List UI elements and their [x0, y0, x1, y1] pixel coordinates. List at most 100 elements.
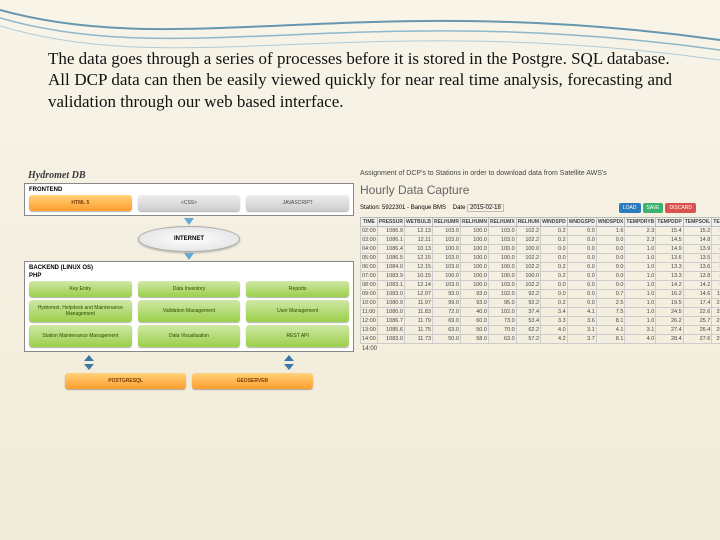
- save-button[interactable]: SAVE: [643, 203, 664, 213]
- table-cell: 1086.4: [377, 245, 404, 254]
- table-cell: 100.0: [516, 272, 540, 281]
- backend-label: BACKEND (LINUX OS): [29, 265, 349, 271]
- station-label: Station: 5922301 - Banque BMS: [360, 205, 446, 211]
- table-cell: 1085.6: [377, 326, 404, 335]
- table-cell: 2.3: [625, 236, 656, 245]
- backend-chip: Key Entry: [29, 281, 132, 297]
- table-row: 02:001086.912.13103.0100.0103.0102.20.20…: [361, 227, 720, 236]
- table-cell: 100.0: [460, 227, 488, 236]
- table-cell: 63.0: [488, 335, 516, 344]
- table-cell: 12.15: [404, 263, 432, 272]
- table-cell: 12:00: [361, 317, 378, 326]
- table-cell: 11.97: [404, 299, 432, 308]
- table-cell: 0.0: [567, 245, 596, 254]
- table-cell: 26.4: [683, 326, 712, 335]
- table-cell: 100.0: [488, 272, 516, 281]
- backend-panel: BACKEND (LINUX OS) PHP Key Entry Data In…: [24, 261, 354, 352]
- table-cell: 1.0: [625, 317, 656, 326]
- table-cell: 4.0: [625, 335, 656, 344]
- table-cell: 8.5: [712, 254, 720, 263]
- capture-title: Hourly Data Capture: [360, 183, 696, 197]
- table-cell: 11.75: [404, 326, 432, 335]
- column-header: WINDSPD: [541, 218, 568, 227]
- table-cell: 19.5: [656, 299, 683, 308]
- table-row: 06:001084.012.15103.0100.0100.0102.20.20…: [361, 263, 720, 272]
- table-cell: 9.4: [712, 281, 720, 290]
- table-cell: 4.1: [596, 326, 625, 335]
- table-cell: 0.0: [541, 254, 568, 263]
- table-cell: 1086.9: [377, 227, 404, 236]
- table-cell: 9.2: [712, 236, 720, 245]
- table-cell: 92.2: [516, 290, 540, 299]
- table-cell: 3.1: [567, 326, 596, 335]
- table-row: 12:001086.711.7969.060.073.053.43.33.68.…: [361, 317, 720, 326]
- table-cell: 25.7: [683, 317, 712, 326]
- table-cell: 60.0: [460, 317, 488, 326]
- table-cell: 14:00: [361, 335, 378, 344]
- table-cell: 100.0: [460, 236, 488, 245]
- table-cell: 06:00: [361, 263, 378, 272]
- table-cell: 27.4: [656, 326, 683, 335]
- hourly-data-table: TIMEPRESSURWETBULBRELHUMRRELHUMNRELHUMXR…: [360, 217, 720, 344]
- column-header: TEMPDDP: [656, 218, 683, 227]
- table-cell: 4.1: [567, 308, 596, 317]
- table-cell: 1.0: [625, 299, 656, 308]
- table-row: 13:001085.611.7563.050.070.062.24.03.14.…: [361, 326, 720, 335]
- table-cell: 103.0: [488, 236, 516, 245]
- frontend-label: FRONTEND: [29, 187, 349, 193]
- table-cell: 11.73: [404, 335, 432, 344]
- table-cell: 12.15: [404, 254, 432, 263]
- table-cell: 50.0: [432, 335, 460, 344]
- table-cell: 40.0: [460, 308, 488, 317]
- frontend-chip-css: <CSS>: [138, 195, 241, 211]
- column-header: RELHUMX: [488, 218, 516, 227]
- table-row: 07:001083.910.15100.0100.0100.0100.00.20…: [361, 272, 720, 281]
- table-cell: 100.0: [460, 254, 488, 263]
- table-cell: 0.0: [541, 281, 568, 290]
- table-cell: 103.0: [488, 281, 516, 290]
- table-cell: 15.4: [656, 227, 683, 236]
- table-cell: 1084.0: [377, 263, 404, 272]
- table-cell: 0.0: [541, 245, 568, 254]
- table-cell: 12.07: [404, 290, 432, 299]
- backend-chip: Station Maintenance Management: [29, 325, 132, 347]
- table-cell: 8.1: [596, 335, 625, 344]
- table-cell: 12.14: [404, 281, 432, 290]
- table-cell: 1083.0: [377, 335, 404, 344]
- table-cell: 0.2: [541, 272, 568, 281]
- table-cell: 1.0: [625, 308, 656, 317]
- table-cell: 10.13: [404, 245, 432, 254]
- table-cell: 0.0: [567, 290, 596, 299]
- table-cell: 13.3: [656, 272, 683, 281]
- table-cell: 29.7: [712, 326, 720, 335]
- table-cell: 08:00: [361, 281, 378, 290]
- table-cell: 1086.7: [377, 317, 404, 326]
- table-cell: 24.5: [656, 308, 683, 317]
- paragraph-1: The data goes through a series of proces…: [48, 48, 672, 69]
- table-cell: 100.0: [488, 245, 516, 254]
- date-value: 2015-02-18: [467, 204, 504, 212]
- load-button[interactable]: LOAD: [619, 203, 641, 213]
- db-chip-geoserver: GEOSERVER: [192, 373, 313, 389]
- table-cell: 70.0: [488, 326, 516, 335]
- footer-time: 14:00: [360, 344, 696, 352]
- table-cell: 11.6: [712, 290, 720, 299]
- table-cell: 09:00: [361, 290, 378, 299]
- table-cell: 7.5: [596, 308, 625, 317]
- table-cell: 100.0: [460, 263, 488, 272]
- architecture-diagram: Hydromet DB FRONTEND HTML 5 <CSS> JAVASC…: [24, 170, 354, 389]
- table-cell: 62.2: [516, 326, 540, 335]
- assignment-header: Assignment of DCP's to Stations in order…: [360, 170, 696, 177]
- table-cell: 102.2: [516, 227, 540, 236]
- table-row: 14:001083.011.7350.058.063.057.24.23.78.…: [361, 335, 720, 344]
- table-cell: 102.2: [516, 281, 540, 290]
- table-cell: 13.3: [656, 263, 683, 272]
- table-cell: 63.0: [432, 326, 460, 335]
- table-cell: 0.0: [596, 272, 625, 281]
- table-cell: 9.7: [712, 227, 720, 236]
- table-cell: 100.0: [432, 272, 460, 281]
- table-cell: 13.6: [683, 263, 712, 272]
- table-cell: 99.0: [432, 299, 460, 308]
- frontend-panel: FRONTEND HTML 5 <CSS> JAVASCRIPT: [24, 183, 354, 216]
- discard-button[interactable]: DISCARD: [665, 203, 696, 213]
